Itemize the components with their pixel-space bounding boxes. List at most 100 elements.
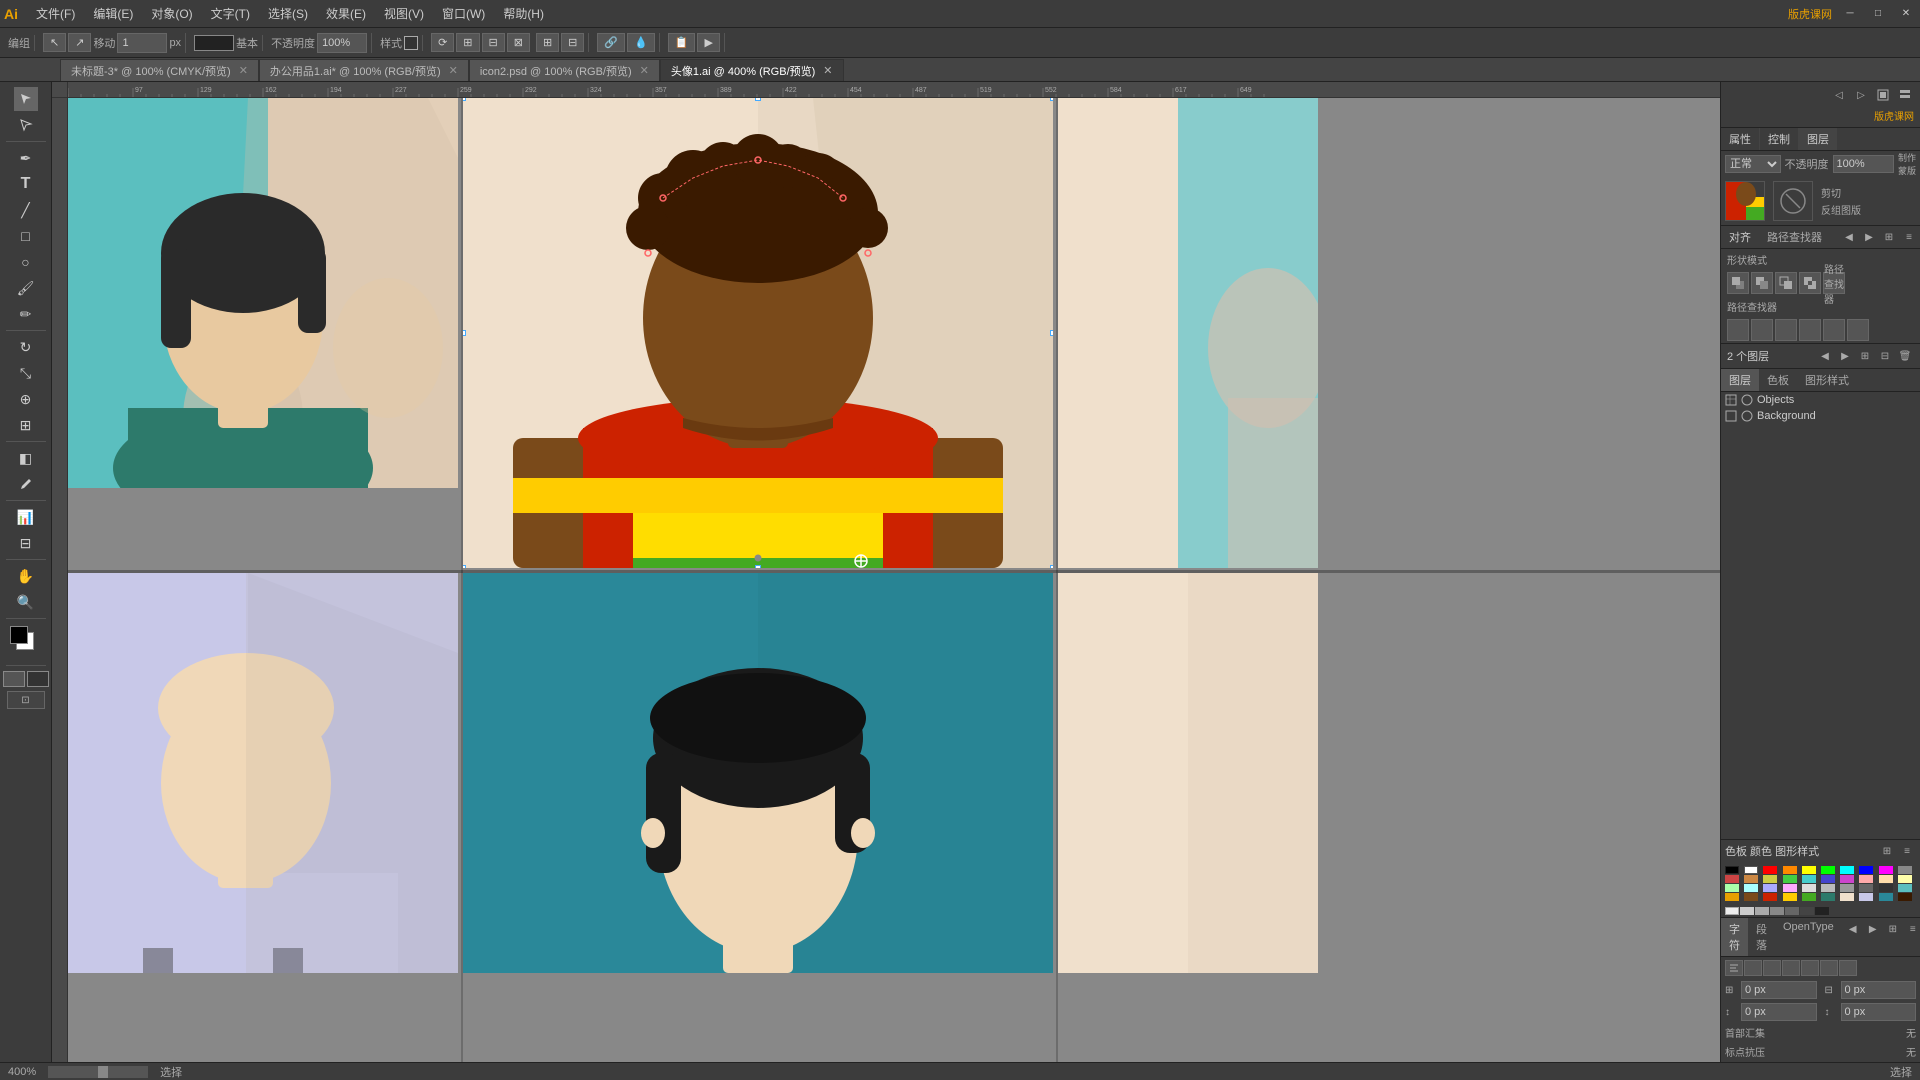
panel-tab-control[interactable]: 控制 <box>1760 128 1799 150</box>
space-before-input[interactable] <box>1741 1003 1817 1021</box>
pf-op-6[interactable] <box>1847 319 1869 341</box>
align-center-btn[interactable] <box>1744 960 1762 976</box>
swatch-teal2[interactable] <box>1898 884 1912 892</box>
space-after-input[interactable] <box>1841 1003 1917 1021</box>
shape-btn-3[interactable] <box>1775 272 1797 294</box>
minimize-button[interactable]: ─ <box>1840 7 1860 21</box>
arrange-btn[interactable]: 📋 <box>668 33 696 52</box>
canvas-area[interactable]: 9712916219422725929232435738942245448751… <box>52 82 1720 1080</box>
color-boxes[interactable] <box>10 626 42 658</box>
pf-op-2[interactable] <box>1751 319 1773 341</box>
swatch-btn-2[interactable]: ≡ <box>1898 842 1916 860</box>
tab-1-close[interactable]: ✕ <box>449 64 458 77</box>
expand-btn[interactable]: 路径查找器 <box>1823 272 1845 294</box>
swatch-c1[interactable] <box>1740 907 1754 915</box>
tool-mesh[interactable]: ⊞ <box>14 413 38 437</box>
align-justify-btn[interactable] <box>1782 960 1800 976</box>
panel-icon-2[interactable]: ▷ <box>1852 86 1870 104</box>
swatch-mint[interactable] <box>1725 884 1739 892</box>
swatch-red[interactable] <box>1763 866 1777 874</box>
swatch-teal3[interactable] <box>1879 893 1893 901</box>
move-distance-input[interactable] <box>117 33 167 53</box>
swatch-cream[interactable] <box>1898 875 1912 883</box>
tab-3[interactable]: 头像1.ai @ 400% (RGB/预览) ✕ <box>660 59 844 81</box>
swatch-olive[interactable] <box>1763 875 1777 883</box>
swatch-c5[interactable] <box>1800 907 1814 915</box>
align-j2-btn[interactable] <box>1801 960 1819 976</box>
layer-tab-color[interactable]: 色板 <box>1759 369 1797 391</box>
make-mask-label[interactable]: 制作蒙版 <box>1898 155 1916 173</box>
tab-2-close[interactable]: ✕ <box>640 64 649 77</box>
layer-btn-1[interactable]: ◀ <box>1816 347 1834 365</box>
opacity-value-input[interactable] <box>1833 155 1895 173</box>
link-btn[interactable]: 🔗 <box>597 33 625 52</box>
swatch-green[interactable] <box>1821 866 1835 874</box>
swatch-lightpink[interactable] <box>1859 875 1873 883</box>
char-btn-2[interactable]: ▶ <box>1864 920 1882 938</box>
tool-eyedropper[interactable] <box>14 472 38 496</box>
shape-btn-1[interactable] <box>1727 272 1749 294</box>
tool-pencil[interactable]: ✏ <box>14 302 38 326</box>
panel-tab-attributes[interactable]: 属性 <box>1721 128 1760 150</box>
panel-layers-btn[interactable] <box>1896 86 1914 104</box>
close-button[interactable]: ✕ <box>1896 7 1916 21</box>
layer-btn-4[interactable]: ⊟ <box>1876 347 1894 365</box>
menu-object[interactable]: 对象(O) <box>143 3 200 24</box>
align-tab[interactable]: 对齐 <box>1721 226 1759 248</box>
tool-rect[interactable]: □ <box>14 224 38 248</box>
char-btn-1[interactable]: ◀ <box>1844 920 1862 938</box>
opacity-input[interactable] <box>317 33 367 53</box>
layer-tab-layers[interactable]: 图层 <box>1721 369 1759 391</box>
tool-gradient[interactable]: ◧ <box>14 446 38 470</box>
menu-file[interactable]: 文件(F) <box>28 3 83 24</box>
distribute-btn[interactable]: ⊟ <box>482 33 505 52</box>
menu-select[interactable]: 选择(S) <box>260 3 316 24</box>
tool-rotate[interactable]: ↻ <box>14 335 38 359</box>
align-v-btn[interactable]: ⊟ <box>561 33 584 52</box>
swatch-navy[interactable] <box>1821 875 1835 883</box>
frame-mode-btn[interactable]: ⊡ <box>7 691 45 709</box>
tool-artboard[interactable]: ⊟ <box>14 531 38 555</box>
eyedrop-btn[interactable]: 💧 <box>627 33 655 52</box>
pf-op-4[interactable] <box>1799 319 1821 341</box>
align-left-btn[interactable] <box>1725 960 1743 976</box>
canvas-content[interactable] <box>68 98 1720 1062</box>
pf-btn-4[interactable]: ≡ <box>1900 228 1918 246</box>
swatch-blackbrown[interactable] <box>1898 893 1912 901</box>
opentype-tab[interactable]: OpenType <box>1775 918 1842 956</box>
align-right-btn[interactable] <box>1763 960 1781 976</box>
maximize-button[interactable]: □ <box>1868 7 1888 21</box>
swatch-gold[interactable] <box>1725 893 1739 901</box>
swatch-black[interactable] <box>1725 866 1739 874</box>
indent-right-input[interactable] <box>1841 981 1917 999</box>
swatch-darkbrown[interactable] <box>1744 893 1758 901</box>
align-btn[interactable]: ⊞ <box>456 33 479 52</box>
tool-select-btn[interactable]: ↖ <box>43 33 66 52</box>
swatch-lavender[interactable] <box>1763 884 1777 892</box>
tool-pen[interactable]: ✒ <box>14 146 38 170</box>
swatch-yellow[interactable] <box>1802 866 1816 874</box>
swatch-c6[interactable] <box>1815 907 1829 915</box>
layer-item-background[interactable]: Background <box>1721 408 1920 424</box>
swatch-brightyellow[interactable] <box>1783 893 1797 901</box>
swatch-c2[interactable] <box>1755 907 1769 915</box>
panel-color-btn[interactable] <box>1874 86 1892 104</box>
indent-left-input[interactable] <box>1741 981 1817 999</box>
menu-edit[interactable]: 编辑(E) <box>85 3 141 24</box>
tool-paintbrush[interactable]: 🖌 <box>14 276 38 300</box>
swatch-verydark[interactable] <box>1879 884 1893 892</box>
zoom-slider[interactable] <box>48 1066 148 1078</box>
tab-3-close[interactable]: ✕ <box>823 64 832 77</box>
swatch-darkgreen[interactable] <box>1802 893 1816 901</box>
blend-mode-select[interactable]: 正常 <box>1725 155 1781 173</box>
swatch-peach[interactable] <box>1879 875 1893 883</box>
shape-btn-2[interactable] <box>1751 272 1773 294</box>
swatch-midgray[interactable] <box>1840 884 1854 892</box>
screen-mode-btn[interactable] <box>27 671 49 687</box>
swatch-darkgray[interactable] <box>1859 884 1873 892</box>
swatch-silver[interactable] <box>1821 884 1835 892</box>
swatch-periwinkle[interactable] <box>1859 893 1873 901</box>
swatch-orange[interactable] <box>1783 866 1797 874</box>
pf-btn-2[interactable]: ▶ <box>1860 228 1878 246</box>
swatch-blue[interactable] <box>1859 866 1873 874</box>
